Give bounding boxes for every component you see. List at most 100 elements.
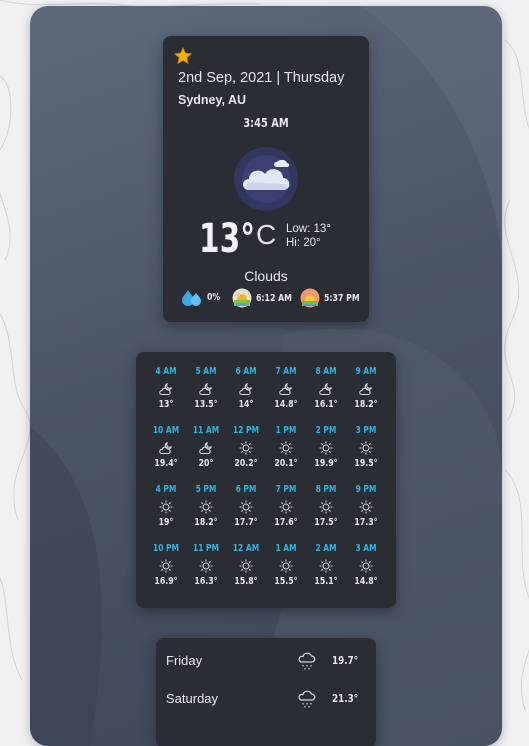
sun-icon (239, 500, 253, 514)
hour-temperature: 20.2° (234, 458, 258, 469)
hour-temperature: 18.2° (354, 399, 378, 410)
cloudy-night-icon (159, 382, 173, 396)
stats-row: 0% 6:12 AM 5:37 PM (163, 288, 369, 308)
high-temp: Hi: 20° (286, 237, 321, 249)
cloudy-night-icon (359, 382, 373, 396)
hour-label: 8 AM (315, 366, 337, 377)
hourly-item: 3 PM 19.5° (346, 425, 386, 469)
hourly-item: 9 PM 17.3° (346, 484, 386, 528)
hour-temperature: 19.9° (314, 458, 338, 469)
hour-label: 2 AM (315, 543, 337, 554)
hourly-item: 6 AM 14° (226, 366, 266, 410)
hour-temperature: 18.2° (194, 517, 218, 528)
hour-temperature: 17.7° (234, 517, 258, 528)
sun-icon (239, 441, 253, 455)
cloudy-night-icon (199, 441, 213, 455)
current-temperature: 13° (199, 216, 255, 262)
hour-label: 8 PM (315, 484, 337, 495)
sun-icon (199, 500, 213, 514)
cloudy-night-icon (319, 382, 333, 396)
cloudy-night-icon (279, 382, 293, 396)
hour-temperature: 16.3° (194, 576, 218, 587)
hour-label: 5 AM (195, 366, 217, 377)
hour-label: 1 PM (275, 425, 297, 436)
daily-item[interactable]: Saturday 21.3° (156, 680, 376, 718)
hour-temperature: 15.1° (314, 576, 338, 587)
hour-temperature: 13° (158, 399, 174, 410)
sunrise-time: 6:12 AM (256, 292, 292, 304)
hourly-item: 8 PM 17.5° (306, 484, 346, 528)
hour-temperature: 17.6° (274, 517, 298, 528)
hourly-item: 11 PM 16.3° (186, 543, 226, 587)
hour-label: 12 AM (232, 543, 260, 554)
hour-label: 9 PM (355, 484, 377, 495)
hourly-item: 7 PM 17.6° (266, 484, 306, 528)
day-temperature: 19.7° (332, 654, 359, 667)
hourly-forecast-card: 4 AM 13° 5 AM 13.5° 6 AM 14° 7 AM 14.8° 8 AM 16.1… (136, 352, 396, 608)
hourly-item: 2 AM 15.1° (306, 543, 346, 587)
hour-label: 6 PM (235, 484, 257, 495)
hour-label: 12 PM (232, 425, 260, 436)
day-temperature: 21.3° (332, 692, 359, 705)
hourly-item: 4 PM 19° (146, 484, 186, 528)
hourly-item: 1 PM 20.1° (266, 425, 306, 469)
hour-label: 4 PM (155, 484, 177, 495)
sun-icon (359, 500, 373, 514)
temperature-unit[interactable]: C (256, 219, 276, 251)
low-high-temps: Low: 13° Hi: 20° (286, 222, 331, 250)
hourly-item: 4 AM 13° (146, 366, 186, 410)
cloudy-night-icon (239, 382, 253, 396)
cloud-moon-icon (234, 147, 298, 211)
sunrise-stat: 6:12 AM (232, 288, 302, 308)
daily-forecast-card: Friday 19.7° Saturday 21.3° (156, 638, 376, 746)
daily-item[interactable]: Friday 19.7° (156, 642, 376, 680)
hour-label: 2 PM (315, 425, 337, 436)
location-name: Sydney, AU (178, 93, 247, 107)
cloudy-night-icon (159, 441, 173, 455)
hour-temperature: 15.8° (234, 576, 258, 587)
sun-icon (159, 559, 173, 573)
sun-icon (359, 441, 373, 455)
hour-temperature: 17.5° (314, 517, 338, 528)
hour-label: 3 PM (355, 425, 377, 436)
hour-label: 3 AM (355, 543, 377, 554)
current-weather-card: 2nd Sep, 2021 | Thursday Sydney, AU 3:45… (163, 36, 369, 322)
hour-temperature: 14.8° (354, 576, 378, 587)
hour-label: 9 AM (355, 366, 377, 377)
hour-label: 6 AM (235, 366, 257, 377)
hourly-item: 1 AM 15.5° (266, 543, 306, 587)
hour-temperature: 15.5° (274, 576, 298, 587)
hour-label: 7 PM (275, 484, 297, 495)
star-icon[interactable] (173, 46, 193, 66)
humidity-icon (182, 290, 201, 306)
sunset-time: 5:37 PM (324, 292, 360, 304)
hourly-item: 8 AM 16.1° (306, 366, 346, 410)
hour-label: 1 AM (275, 543, 297, 554)
hour-temperature: 17.3° (354, 517, 378, 528)
sun-icon (279, 441, 293, 455)
rain-cloud-icon (298, 652, 316, 670)
current-time: 3:45 AM (243, 116, 289, 130)
sun-icon (319, 441, 333, 455)
low-temp: Low: 13° (286, 223, 331, 235)
current-date: 2nd Sep, 2021 | Thursday (178, 70, 345, 86)
hour-temperature: 19° (158, 517, 174, 528)
day-name: Saturday (166, 691, 219, 706)
hour-label: 10 PM (152, 543, 180, 554)
hour-temperature: 20.1° (274, 458, 298, 469)
sunset-icon (300, 288, 320, 308)
hour-label: 7 AM (275, 366, 297, 377)
sun-icon (279, 500, 293, 514)
cloudy-night-icon (199, 382, 213, 396)
hour-temperature: 16.9° (154, 576, 178, 587)
hour-temperature: 13.5° (194, 399, 218, 410)
sunrise-icon (232, 288, 252, 308)
hourly-item: 12 PM 20.2° (226, 425, 266, 469)
hourly-item: 3 AM 14.8° (346, 543, 386, 587)
sun-icon (359, 559, 373, 573)
hourly-item: 5 AM 13.5° (186, 366, 226, 410)
hour-temperature: 14° (238, 399, 254, 410)
sunset-stat: 5:37 PM (300, 288, 370, 308)
hourly-item: 5 PM 18.2° (186, 484, 226, 528)
hour-label: 5 PM (195, 484, 217, 495)
